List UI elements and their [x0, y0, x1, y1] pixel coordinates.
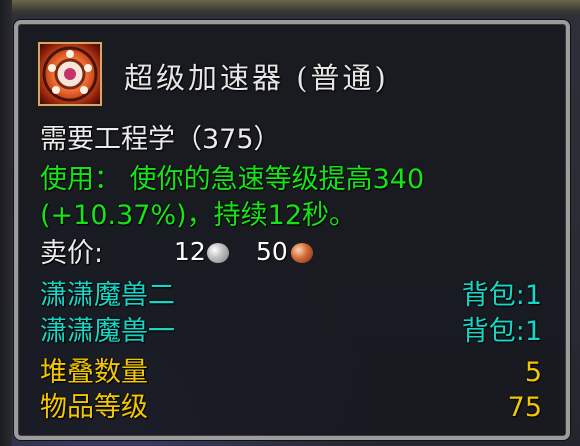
item-level-value: 75: [507, 392, 542, 423]
use-effect-line-1: 使用： 使你的急速等级提高340: [40, 164, 425, 195]
silver-coin-icon: [207, 243, 229, 263]
background-frame-edge: [0, 0, 580, 16]
use-effect-line-2: (+10.37%)，持续12秒。: [40, 200, 356, 231]
background-left-edge: [0, 0, 12, 446]
bag-owner-character: 潇潇魔兽一: [40, 316, 175, 347]
copper-coin-icon: [291, 243, 313, 263]
bag-owner-character: 潇潇魔兽二: [40, 280, 175, 311]
bag-owner-location: 背包:1: [461, 280, 542, 311]
item-tooltip: 超级加速器 (普通) 需要工程学（375） 使用： 使你的急速等级提高340 (…: [14, 20, 570, 440]
bag-owner-location: 背包:1: [461, 316, 542, 347]
item-level-label: 物品等级: [40, 392, 148, 423]
sell-silver-amount: 12: [174, 237, 206, 266]
stack-count-value: 5: [524, 357, 542, 388]
gear-explosion-icon: [38, 42, 102, 106]
sell-price-label: 卖价:: [40, 238, 104, 269]
stack-count-label: 堆叠数量: [40, 357, 148, 388]
profession-requirement: 需要工程学（375）: [40, 124, 281, 155]
item-name: 超级加速器 (普通): [124, 61, 389, 95]
game-scene: 超级加速器 (普通) 需要工程学（375） 使用： 使你的急速等级提高340 (…: [0, 0, 580, 446]
item-icon-art: [42, 46, 98, 102]
sell-copper-amount: 50: [256, 237, 288, 266]
